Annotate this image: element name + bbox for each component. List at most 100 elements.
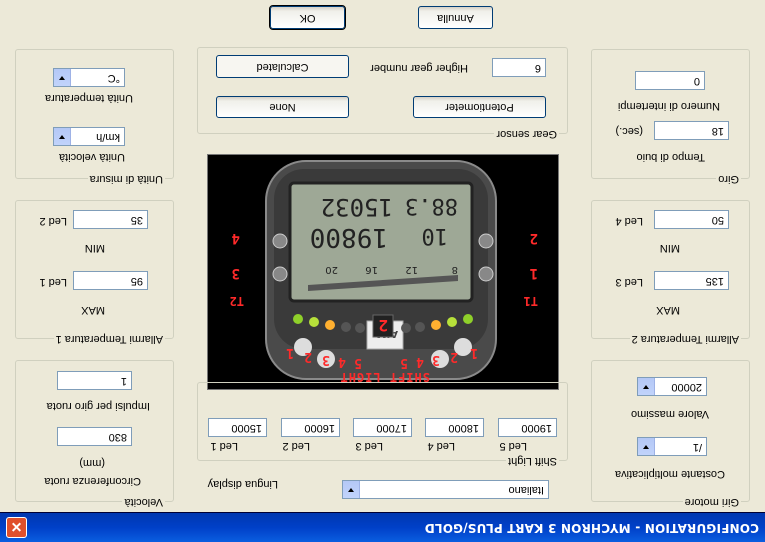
shift-led bbox=[431, 320, 441, 330]
lcd-scale-1: 8 bbox=[452, 264, 458, 275]
legend-giro: Giro bbox=[716, 173, 741, 185]
ok-button[interactable]: OK bbox=[269, 5, 346, 30]
circonferenza-unit: (mm) bbox=[79, 457, 105, 469]
shift-led bbox=[341, 322, 351, 332]
led-number-r3: 3 bbox=[322, 352, 330, 367]
legend-gear-sensor: Gear sensor bbox=[494, 128, 559, 140]
side-left-2: 1 bbox=[530, 265, 538, 281]
led-number-r5: 5 bbox=[354, 355, 362, 370]
valore-massimo-select[interactable]: 20000 bbox=[637, 377, 707, 396]
side-left-1: 2 bbox=[530, 230, 538, 246]
higher-gear-label: Higher gear number bbox=[370, 62, 468, 74]
led3-max-input[interactable]: 135 bbox=[654, 271, 729, 290]
cancel-button[interactable]: Annulla bbox=[418, 6, 493, 29]
temperature-unit-label: Unità temperatura bbox=[44, 92, 133, 104]
led1-max-input[interactable]: 95 bbox=[73, 271, 148, 290]
speed-unit-select[interactable]: km/h bbox=[53, 127, 125, 146]
legend-velocita: Velocità bbox=[122, 496, 165, 508]
chevron-down-icon[interactable] bbox=[638, 378, 655, 395]
legend-unita-misura: Unità di misura bbox=[87, 173, 165, 185]
buio-input[interactable]: 18 bbox=[654, 121, 729, 140]
costante-select[interactable]: /1 bbox=[637, 437, 707, 456]
temperature-unit-value: °C bbox=[107, 72, 120, 84]
shift-led bbox=[463, 314, 473, 324]
gear-digit: 2 bbox=[378, 316, 388, 335]
chevron-down-icon[interactable] bbox=[54, 128, 71, 145]
intertempi-input[interactable]: 0 bbox=[635, 71, 705, 90]
led3-label: Led 3 bbox=[615, 276, 643, 288]
lcd-scale-3: 16 bbox=[365, 264, 378, 275]
led1-label: Led 1 bbox=[39, 276, 67, 288]
buio-label: Tempo di buio bbox=[636, 151, 706, 163]
shift-led bbox=[293, 314, 303, 324]
lingua-display-value: Italiano bbox=[508, 484, 544, 496]
min-label-1: MIN bbox=[84, 242, 105, 254]
impulsi-input[interactable]: 1 bbox=[57, 371, 132, 390]
lcd-top-left: 88.3 bbox=[405, 193, 458, 218]
led-number-l3: 3 bbox=[432, 352, 440, 367]
lcd-mid-left: 10 bbox=[422, 223, 449, 248]
led4-min-input[interactable]: 50 bbox=[654, 210, 729, 229]
led4-label: Led 4 bbox=[615, 215, 643, 227]
led-number-r1: 1 bbox=[286, 345, 294, 360]
title-bar[interactable]: CONFIGURATION - MYCHRON 3 KART PLUS/GOLD… bbox=[0, 512, 765, 542]
led2-label: Led 2 bbox=[39, 215, 67, 227]
valore-massimo-label: Valore massimo bbox=[630, 408, 709, 420]
higher-gear-input[interactable]: 6 bbox=[492, 58, 546, 77]
device-button bbox=[272, 266, 288, 282]
max-label-2: MAX bbox=[656, 304, 680, 316]
shift-led3-label: Led 3 bbox=[355, 440, 383, 452]
device-button bbox=[272, 233, 288, 249]
device-image: 88.3 15032 10 19800 8 12 16 20 AIM bbox=[207, 154, 559, 390]
shift-led5-input[interactable]: 19000 bbox=[498, 418, 557, 437]
valore-massimo-value: 20000 bbox=[671, 381, 702, 393]
device-button bbox=[478, 266, 494, 282]
side-right-3: T2 bbox=[230, 294, 244, 308]
none-button[interactable]: None bbox=[216, 96, 349, 118]
shift-led2-label: Led 2 bbox=[282, 440, 310, 452]
temperature-unit-select[interactable]: °C bbox=[53, 68, 125, 87]
device-button bbox=[478, 233, 494, 249]
lcd-scale-4: 20 bbox=[325, 264, 338, 275]
chevron-down-icon[interactable] bbox=[343, 481, 360, 498]
legend-allarmi-temp-2: Allarmi Temperatura 2 bbox=[629, 333, 741, 345]
side-right-2: 3 bbox=[232, 265, 240, 281]
shift-led bbox=[309, 317, 319, 327]
configuration-dialog: CONFIGURATION - MYCHRON 3 KART PLUS/GOLD… bbox=[0, 0, 765, 542]
led-number-l5: 5 bbox=[400, 355, 408, 370]
shift-led1-label: Led 1 bbox=[210, 440, 238, 452]
close-button[interactable]: ✕ bbox=[6, 517, 27, 538]
lingua-display-label: Lingua display bbox=[207, 478, 278, 490]
calculated-button[interactable]: Calculated bbox=[216, 55, 349, 78]
side-right-1: 4 bbox=[232, 230, 240, 246]
led-number-r2: 2 bbox=[304, 349, 312, 364]
lcd-scale-2: 12 bbox=[405, 264, 418, 275]
min-label-2: MIN bbox=[659, 242, 680, 254]
shift-led3-input[interactable]: 17000 bbox=[353, 418, 412, 437]
led-number-r4: 4 bbox=[338, 354, 346, 369]
window-title: CONFIGURATION - MYCHRON 3 KART PLUS/GOLD bbox=[424, 521, 759, 535]
lcd-mid-right: 19800 bbox=[310, 222, 388, 252]
shift-led bbox=[325, 320, 335, 330]
led2-min-input[interactable]: 35 bbox=[73, 210, 148, 229]
lcd-top-right: 15032 bbox=[321, 193, 393, 221]
legend-shift-light: Shift Light bbox=[506, 455, 559, 467]
circonferenza-input[interactable]: 830 bbox=[57, 427, 132, 446]
shift-led4-label: Led 4 bbox=[427, 440, 455, 452]
max-label-1: MAX bbox=[81, 304, 105, 316]
shift-led2-input[interactable]: 16000 bbox=[281, 418, 340, 437]
intertempi-label: Numero di intertempi bbox=[617, 100, 720, 112]
costante-value: /1 bbox=[692, 441, 702, 453]
legend-giri-motore: Giri motore bbox=[682, 496, 741, 508]
chevron-down-icon[interactable] bbox=[638, 438, 655, 455]
chevron-down-icon[interactable] bbox=[54, 69, 71, 86]
led-number-l4: 4 bbox=[416, 354, 424, 369]
shift-led bbox=[415, 322, 425, 332]
costante-label: Costante moltiplicativa bbox=[614, 468, 725, 480]
impulsi-label: Impulsi per giro ruota bbox=[46, 400, 150, 412]
potentiometer-button[interactable]: Potentiometer bbox=[413, 96, 546, 118]
shift-led4-input[interactable]: 18000 bbox=[425, 418, 484, 437]
lingua-display-select[interactable]: Italiano bbox=[342, 480, 549, 499]
shift-led1-input[interactable]: 15000 bbox=[208, 418, 267, 437]
shift-led bbox=[401, 323, 411, 333]
